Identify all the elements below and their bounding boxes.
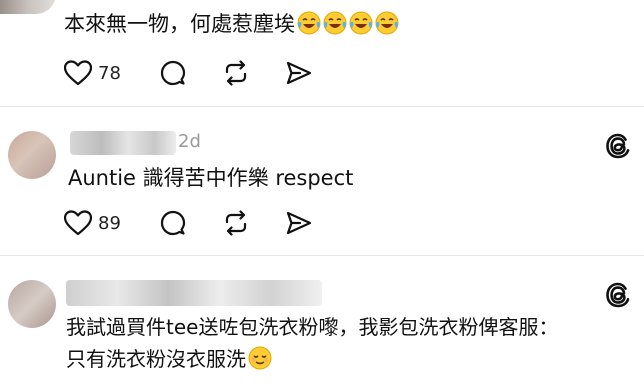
reply-button[interactable] (160, 55, 186, 91)
share-button[interactable] (286, 205, 312, 241)
repost-icon (225, 60, 247, 86)
comment-icon (160, 60, 186, 86)
threads-logo-icon[interactable] (603, 280, 633, 310)
repost-button[interactable] (222, 55, 250, 91)
username-redacted (66, 280, 322, 306)
tears-of-joy-emoji (375, 11, 399, 35)
post-text-body: 本來無一物，何處惹塵埃 (64, 12, 295, 36)
post-3: 我試過買件tee送咗包洗衣粉嚟，我影包洗衣粉俾客服： 只有洗衣粉沒衣服洗 (0, 256, 644, 392)
post-actions: 78 (64, 55, 324, 91)
relieved-face-emoji (248, 346, 272, 370)
post-text-line-1: 我試過買件tee送咗包洗衣粉嚟，我影包洗衣粉俾客服： (66, 315, 559, 339)
avatar[interactable] (0, 0, 56, 14)
avatar[interactable] (8, 131, 56, 179)
tears-of-joy-emoji (323, 11, 347, 35)
post-text-line-2: 只有洗衣粉沒衣服洗 (66, 344, 272, 374)
post-timestamp: 2d (178, 131, 201, 152)
repost-icon (225, 210, 247, 236)
post-actions: 89 (64, 205, 324, 241)
reply-button[interactable] (160, 205, 186, 241)
threads-logo-icon[interactable] (603, 131, 633, 161)
tears-of-joy-emoji (349, 11, 373, 35)
post-text-line-2-body: 只有洗衣粉沒衣服洗 (66, 347, 246, 371)
like-button[interactable]: 89 (64, 205, 121, 241)
send-icon (286, 61, 312, 85)
share-button[interactable] (286, 55, 312, 91)
like-count: 89 (98, 212, 121, 234)
like-count: 78 (98, 62, 121, 84)
post-2: 2d Auntie 識得苦中作樂 respect 89 (0, 107, 644, 254)
username-redacted (70, 131, 176, 155)
tears-of-joy-emoji (297, 11, 321, 35)
avatar[interactable] (8, 280, 56, 328)
post-text: 本來無一物，何處惹塵埃 (64, 9, 399, 39)
post-text: Auntie 識得苦中作樂 respect (68, 166, 354, 190)
repost-button[interactable] (222, 205, 250, 241)
comment-icon (160, 210, 186, 236)
send-icon (286, 211, 312, 235)
heart-icon (64, 210, 92, 236)
post-1: 本來無一物，何處惹塵埃 78 (0, 0, 644, 106)
like-button[interactable]: 78 (64, 55, 121, 91)
heart-icon (64, 60, 92, 86)
